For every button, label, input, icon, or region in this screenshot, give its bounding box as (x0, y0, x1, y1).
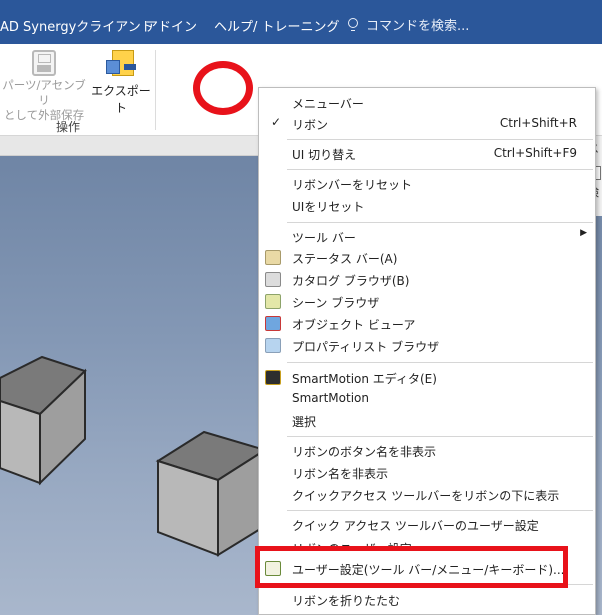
menu-item-property-list-browser[interactable]: プロパティリスト ブラウザ (259, 335, 595, 356)
command-search[interactable]: コマンドを検索... (348, 15, 469, 34)
menu-item-select[interactable]: 選択 (259, 410, 595, 431)
tab-help-training[interactable]: ヘルプ/ トレーニング (214, 16, 340, 35)
checkmark-icon: ✓ (271, 115, 282, 129)
menu-item-toolbars[interactable]: ツール バー ▶ (259, 226, 595, 247)
menu-item-quick-access-below-ribbon[interactable]: クイックアクセス ツールバーをリボンの下に表示 (259, 484, 595, 505)
submenu-arrow-icon: ▶ (580, 228, 587, 238)
export-icon (104, 50, 138, 80)
menu-item-label: リボンバーをリセット (292, 178, 413, 192)
menu-item-label: UIをリセット (292, 200, 365, 214)
menu-item-label: SmartMotion エディタ(E) (292, 372, 437, 386)
menu-item-label: リボンを折りたたむ (292, 594, 401, 608)
menu-separator (287, 222, 593, 223)
menu-item-status-bar[interactable]: ステータス バー(A) (259, 247, 595, 268)
menu-item-ui-switch[interactable]: UI 切り替え Ctrl+Shift+F9 (259, 143, 595, 164)
menu-separator (287, 139, 593, 140)
menu-separator (287, 510, 593, 511)
box-right (155, 430, 268, 557)
menu-bar: AD Synergyクライアント アドイン ヘルプ/ トレーニング コマンドを検… (0, 0, 602, 44)
menu-item-label: カタログ ブラウザ(B) (292, 274, 410, 288)
export-label: エクスポート (91, 84, 151, 115)
menu-item-label: プロパティリスト ブラウザ (292, 340, 440, 354)
menu-item-label: シーン ブラウザ (292, 296, 380, 310)
menu-item-label: 選択 (292, 415, 317, 429)
menu-item-smartmotion[interactable]: SmartMotion (259, 388, 595, 409)
catalog-browser-icon (265, 272, 281, 287)
menu-item-label: リボン (292, 118, 329, 132)
annotation-circle (193, 61, 253, 115)
menu-item-label: メニューバー (292, 97, 364, 111)
menu-item-reset-ui[interactable]: UIをリセット (259, 195, 595, 216)
menu-item-scene-browser[interactable]: シーン ブラウザ (259, 291, 595, 312)
menu-item-shortcut: Ctrl+Shift+R (499, 116, 577, 130)
menu-item-object-viewer[interactable]: オブジェクト ビューア (259, 313, 595, 334)
export-button[interactable]: エクスポート (88, 50, 154, 116)
menu-item-label: クイック アクセス ツールバーのユーザー設定 (292, 519, 539, 533)
menu-item-label: ステータス バー(A) (292, 252, 398, 266)
context-menu: メニューバー ✓ リボン Ctrl+Shift+R UI 切り替え Ctrl+S… (258, 87, 596, 615)
box-left (0, 355, 87, 486)
command-search-placeholder: コマンドを検索... (366, 19, 470, 34)
scene-browser-icon (265, 294, 281, 309)
property-list-icon (265, 338, 281, 353)
menu-item-hide-ribbon-button-names[interactable]: リボンのボタン名を非表示 (259, 440, 595, 461)
tab-synergy-client[interactable]: AD Synergyクライアント (0, 16, 154, 35)
menu-separator (287, 169, 593, 170)
menu-item-smartmotion-editor[interactable]: SmartMotion エディタ(E) (259, 367, 595, 388)
status-bar-icon (265, 250, 281, 265)
menu-item-catalog-browser[interactable]: カタログ ブラウザ(B) (259, 269, 595, 290)
annotation-highlight-box (255, 546, 568, 588)
ribbon-group-label: 操作 (56, 120, 81, 134)
menu-item-menubar[interactable]: メニューバー (259, 92, 595, 113)
menu-item-customize-quick-access[interactable]: クイック アクセス ツールバーのユーザー設定 (259, 514, 595, 535)
menu-item-reset-ribbon-bar[interactable]: リボンバーをリセット (259, 173, 595, 194)
menu-item-label: リボン名を非表示 (292, 467, 389, 481)
menu-item-label: クイックアクセス ツールバーをリボンの下に表示 (292, 489, 560, 503)
menu-item-shortcut: Ctrl+Shift+F9 (493, 146, 577, 160)
ribbon-group-divider (155, 50, 156, 130)
lightbulb-icon (348, 17, 358, 32)
menu-item-label: UI 切り替え (292, 148, 357, 162)
tab-addin[interactable]: アドイン (145, 16, 197, 35)
menu-item-label: SmartMotion (292, 391, 369, 405)
menu-item-label: オブジェクト ビューア (292, 318, 416, 332)
menu-separator (287, 362, 593, 363)
menu-item-hide-ribbon-names[interactable]: リボン名を非表示 (259, 462, 595, 483)
menu-separator (287, 436, 593, 437)
menu-item-label: リボンのボタン名を非表示 (292, 445, 437, 459)
object-viewer-icon (265, 316, 281, 331)
menu-item-ribbon[interactable]: ✓ リボン Ctrl+Shift+R (259, 113, 595, 134)
smartmotion-editor-icon (265, 370, 281, 385)
menu-item-collapse-ribbon[interactable]: リボンを折りたたむ (259, 589, 595, 610)
save-external-label-line1: パーツ/アセンブリ (2, 78, 86, 107)
save-as-external-button[interactable]: パーツ/アセンブリ として外部保存 (0, 50, 88, 122)
menu-item-label: ツール バー (292, 231, 356, 245)
save-disk-icon (32, 50, 56, 76)
